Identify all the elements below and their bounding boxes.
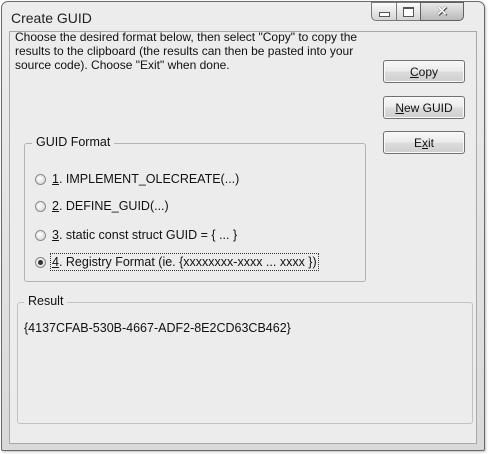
minimize-icon (378, 12, 390, 17)
close-button[interactable]: ✕ (420, 2, 464, 21)
radio-icon[interactable] (35, 200, 46, 212)
window-title: Create GUID (11, 10, 92, 26)
maximize-button[interactable] (396, 2, 421, 21)
close-icon: ✕ (435, 2, 449, 20)
create-guid-dialog: Create GUID ✕ Choose the desired format … (1, 1, 485, 451)
new-guid-button[interactable]: New GUID (383, 96, 465, 119)
format-option-2-label: 2. DEFINE_GUID(...) (52, 199, 169, 213)
title-bar[interactable]: Create GUID ✕ (2, 2, 484, 32)
format-option-2[interactable]: 2. DEFINE_GUID(...) (35, 197, 169, 215)
result-legend: Result (24, 294, 68, 308)
format-option-3[interactable]: 3. static const struct GUID = { ... } (35, 226, 237, 244)
format-option-4-label: 4. Registry Format (ie. {xxxxxxxx-xxxx .… (50, 253, 319, 271)
copy-button[interactable]: Copy (383, 60, 465, 83)
format-option-1-label: 1. IMPLEMENT_OLECREATE(...) (52, 172, 240, 186)
format-option-3-label: 3. static const struct GUID = { ... } (52, 228, 238, 242)
copy-button-label: Copy (409, 64, 439, 79)
result-guid-value: {4137CFAB-530B-4667-ADF2-8E2CD63CB462} (24, 321, 291, 335)
guid-format-legend: GUID Format (32, 135, 115, 149)
format-option-1[interactable]: 1. IMPLEMENT_OLECREATE(...) (35, 170, 239, 188)
new-guid-button-label: New GUID (395, 100, 453, 115)
minimize-button[interactable] (371, 2, 397, 21)
maximize-icon (403, 6, 414, 17)
radio-selected-icon[interactable] (35, 256, 46, 268)
radio-icon[interactable] (35, 173, 46, 185)
instructions-text: Choose the desired format below, then se… (15, 30, 358, 72)
format-option-4[interactable]: 4. Registry Format (ie. {xxxxxxxx-xxxx .… (35, 253, 319, 271)
exit-button-label: Exit (413, 135, 434, 150)
exit-button[interactable]: Exit (383, 131, 465, 154)
radio-icon[interactable] (35, 229, 46, 241)
